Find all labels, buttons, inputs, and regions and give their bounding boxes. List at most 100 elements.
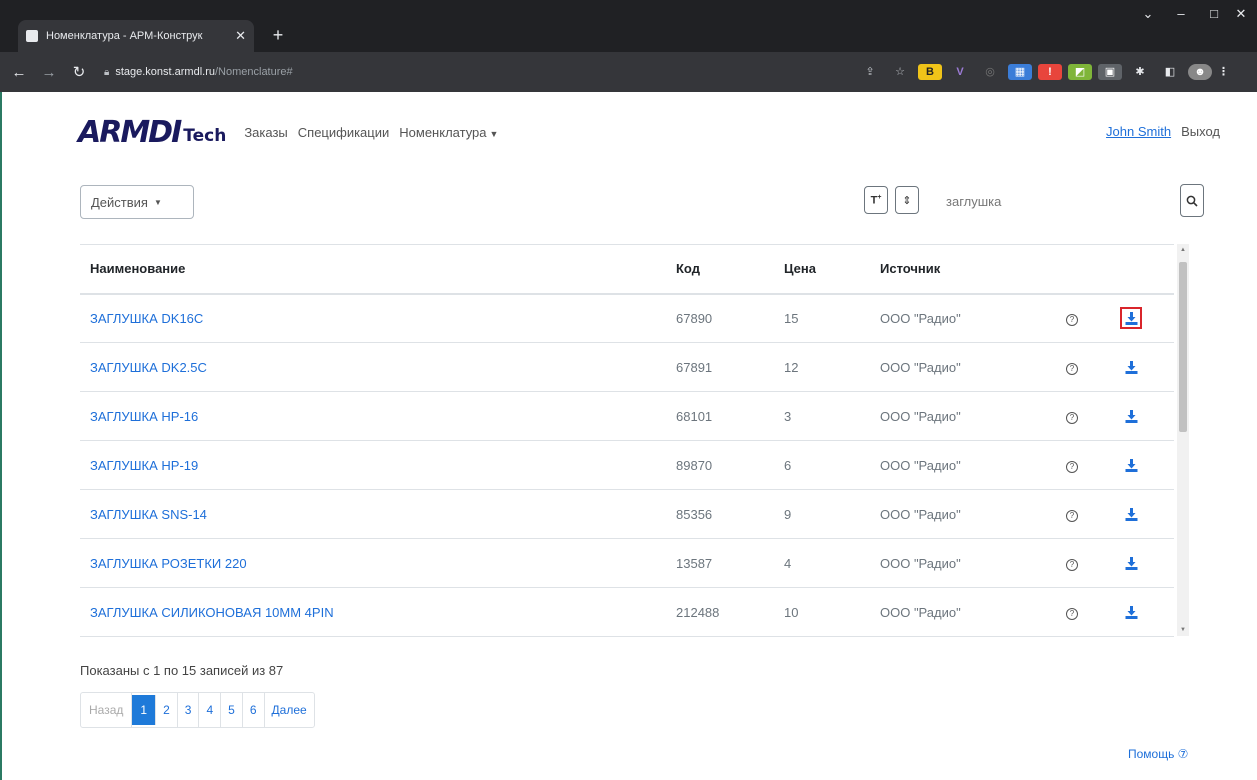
pagination-next[interactable]: Далее	[265, 693, 314, 727]
more-menu-icon[interactable]: ⋮	[1218, 64, 1229, 80]
logout-link[interactable]: Выход	[1181, 124, 1220, 139]
download-button[interactable]	[1120, 454, 1142, 476]
item-code: 67890	[666, 293, 774, 343]
help-cell: ?	[1056, 587, 1110, 637]
nav-link-orders[interactable]: Заказы	[244, 125, 287, 140]
table-row: ЗАГЛУШКА DK16C 67890 15 ООО "Радио"?	[80, 293, 1174, 343]
extensions-puzzle-icon[interactable]: ✱	[1128, 64, 1152, 80]
search-input[interactable]	[936, 186, 1146, 216]
download-button[interactable]	[1120, 307, 1142, 330]
item-price: 10	[774, 587, 870, 637]
back-arrow-icon[interactable]: ←	[4, 64, 34, 81]
item-name-link[interactable]: ЗАГЛУШКА РОЗЕТКИ 220	[80, 538, 666, 588]
question-icon[interactable]: ?	[1066, 412, 1078, 424]
records-info: Показаны с 1 по 15 записей из 87	[80, 663, 284, 678]
column-header-name[interactable]: Наименование	[80, 244, 666, 295]
reload-icon[interactable]: ↻	[64, 63, 94, 81]
help-cell: ?	[1056, 342, 1110, 392]
company-logo[interactable]: ARMDI Tech	[78, 115, 226, 150]
question-icon[interactable]: ?	[1066, 314, 1078, 327]
actions-dropdown-button[interactable]: Действия ▼	[80, 185, 194, 219]
pagination-page-1[interactable]: 1	[132, 695, 157, 725]
column-header-source[interactable]: Источник	[870, 244, 1056, 295]
item-name-link[interactable]: ЗАГЛУШКА SNS-14	[80, 489, 666, 539]
download-button[interactable]	[1120, 356, 1142, 378]
item-name-link[interactable]: ЗАГЛУШКА СИЛИКОНОВАЯ 10ММ 4PIN	[80, 587, 666, 637]
extension-icon[interactable]: ◩	[1068, 64, 1092, 80]
chevron-down-icon[interactable]: ⌄	[1130, 6, 1166, 22]
forward-arrow-icon[interactable]: →	[34, 64, 64, 81]
pagination-page-5[interactable]: 5	[221, 693, 243, 727]
search-button[interactable]	[1180, 184, 1204, 217]
nav-link-specifications[interactable]: Спецификации	[298, 125, 390, 140]
extension-icon[interactable]: ▣	[1098, 64, 1122, 80]
minimize-button[interactable]: –	[1163, 6, 1199, 21]
item-price: 15	[774, 293, 870, 343]
caret-down-icon: ▼	[489, 128, 499, 139]
item-name-link[interactable]: ЗАГЛУШКА DK16C	[80, 293, 666, 343]
scroll-up-icon[interactable]: ▲	[1180, 247, 1186, 253]
item-source: ООО "Радио"	[870, 489, 1056, 539]
browser-titlebar: Номенклатура - АРМ-Конструк ✕ + ⌄ – □ ✕	[0, 0, 1257, 52]
download-icon	[1125, 605, 1137, 619]
question-icon[interactable]: ?	[1066, 461, 1078, 473]
help-link[interactable]: Помощь ⑦	[1128, 747, 1188, 761]
download-button[interactable]	[1120, 601, 1142, 623]
scrollbar-thumb[interactable]	[1179, 262, 1187, 432]
tab-title: Номенклатура - АРМ-Конструк	[46, 30, 203, 42]
item-price: 6	[774, 440, 870, 490]
filter-button[interactable]: T+	[864, 186, 888, 214]
pagination-page-4[interactable]: 4	[199, 693, 222, 727]
column-header-price[interactable]: Цена	[774, 244, 870, 295]
profile-avatar-icon[interactable]: ☻	[1188, 64, 1212, 80]
item-name-link[interactable]: ЗАГЛУШКА HP-19	[80, 440, 666, 490]
table-row: ЗАГЛУШКА РОЗЕТКИ 220 13587 4 ООО "Радио"?	[80, 538, 1174, 588]
pagination-page-6[interactable]: 6	[243, 693, 265, 727]
help-cell: ?	[1056, 391, 1110, 441]
item-name-link[interactable]: ЗАГЛУШКА HP-16	[80, 391, 666, 441]
item-code: 212488	[666, 587, 774, 637]
extension-icon[interactable]: V	[948, 64, 972, 80]
table-row: ЗАГЛУШКА SNS-14 85356 9 ООО "Радио"?	[80, 489, 1174, 539]
share-icon[interactable]: ⇪	[858, 64, 882, 80]
help-cell: ?	[1056, 538, 1110, 588]
browser-tab[interactable]: Номенклатура - АРМ-Конструк ✕	[18, 20, 254, 52]
question-icon[interactable]: ?	[1066, 510, 1078, 522]
extension-icon[interactable]: !	[1038, 64, 1062, 80]
close-window-button[interactable]: ✕	[1223, 6, 1257, 22]
pagination-prev[interactable]: Назад	[81, 693, 133, 727]
download-icon	[1125, 360, 1137, 374]
help-cell: ?	[1056, 293, 1110, 343]
filter-icon: T+	[870, 193, 882, 207]
user-profile-link[interactable]: John Smith	[1106, 124, 1171, 139]
download-button[interactable]	[1120, 503, 1142, 525]
nav-link-nomenclature-label: Номенклатура	[399, 124, 487, 140]
table-row: ЗАГЛУШКА СИЛИКОНОВАЯ 10ММ 4PIN 212488 10 ОО…	[80, 587, 1174, 637]
new-tab-button[interactable]: +	[266, 24, 290, 48]
pagination-page-3[interactable]: 3	[178, 693, 200, 727]
download-cell	[1110, 293, 1174, 343]
item-price: 4	[774, 538, 870, 588]
extension-icon[interactable]: ▦	[1008, 64, 1032, 80]
nav-link-nomenclature[interactable]: Номенклатура ▼	[399, 125, 498, 140]
download-button[interactable]	[1120, 552, 1142, 574]
question-icon[interactable]: ?	[1066, 608, 1078, 620]
scroll-down-icon[interactable]: ▼	[1180, 627, 1186, 633]
tab-close-icon[interactable]: ✕	[235, 28, 246, 44]
question-icon[interactable]: ?	[1066, 559, 1078, 571]
pagination-page-2[interactable]: 2	[156, 693, 178, 727]
extension-icon[interactable]: ◎	[978, 64, 1002, 80]
question-icon[interactable]: ?	[1066, 363, 1078, 375]
address-bar[interactable]: 🔒︎ stage.konst.armdl.ru/Nomenclature#	[104, 59, 814, 85]
extension-icon[interactable]: B	[918, 64, 942, 80]
sort-button[interactable]: ⇕	[895, 186, 919, 214]
table-scrollbar[interactable]: ▲ ▼	[1177, 244, 1189, 636]
url-host: stage.konst.armdl.ru	[115, 66, 215, 78]
item-source: ООО "Радио"	[870, 391, 1056, 441]
bookmark-star-icon[interactable]: ☆	[888, 64, 912, 80]
column-header-code[interactable]: Код	[666, 244, 774, 295]
download-button[interactable]	[1120, 405, 1142, 427]
item-name-link[interactable]: ЗАГЛУШКА DK2.5C	[80, 342, 666, 392]
side-panel-icon[interactable]: ◧	[1158, 64, 1182, 80]
page-favicon-icon	[26, 30, 38, 42]
